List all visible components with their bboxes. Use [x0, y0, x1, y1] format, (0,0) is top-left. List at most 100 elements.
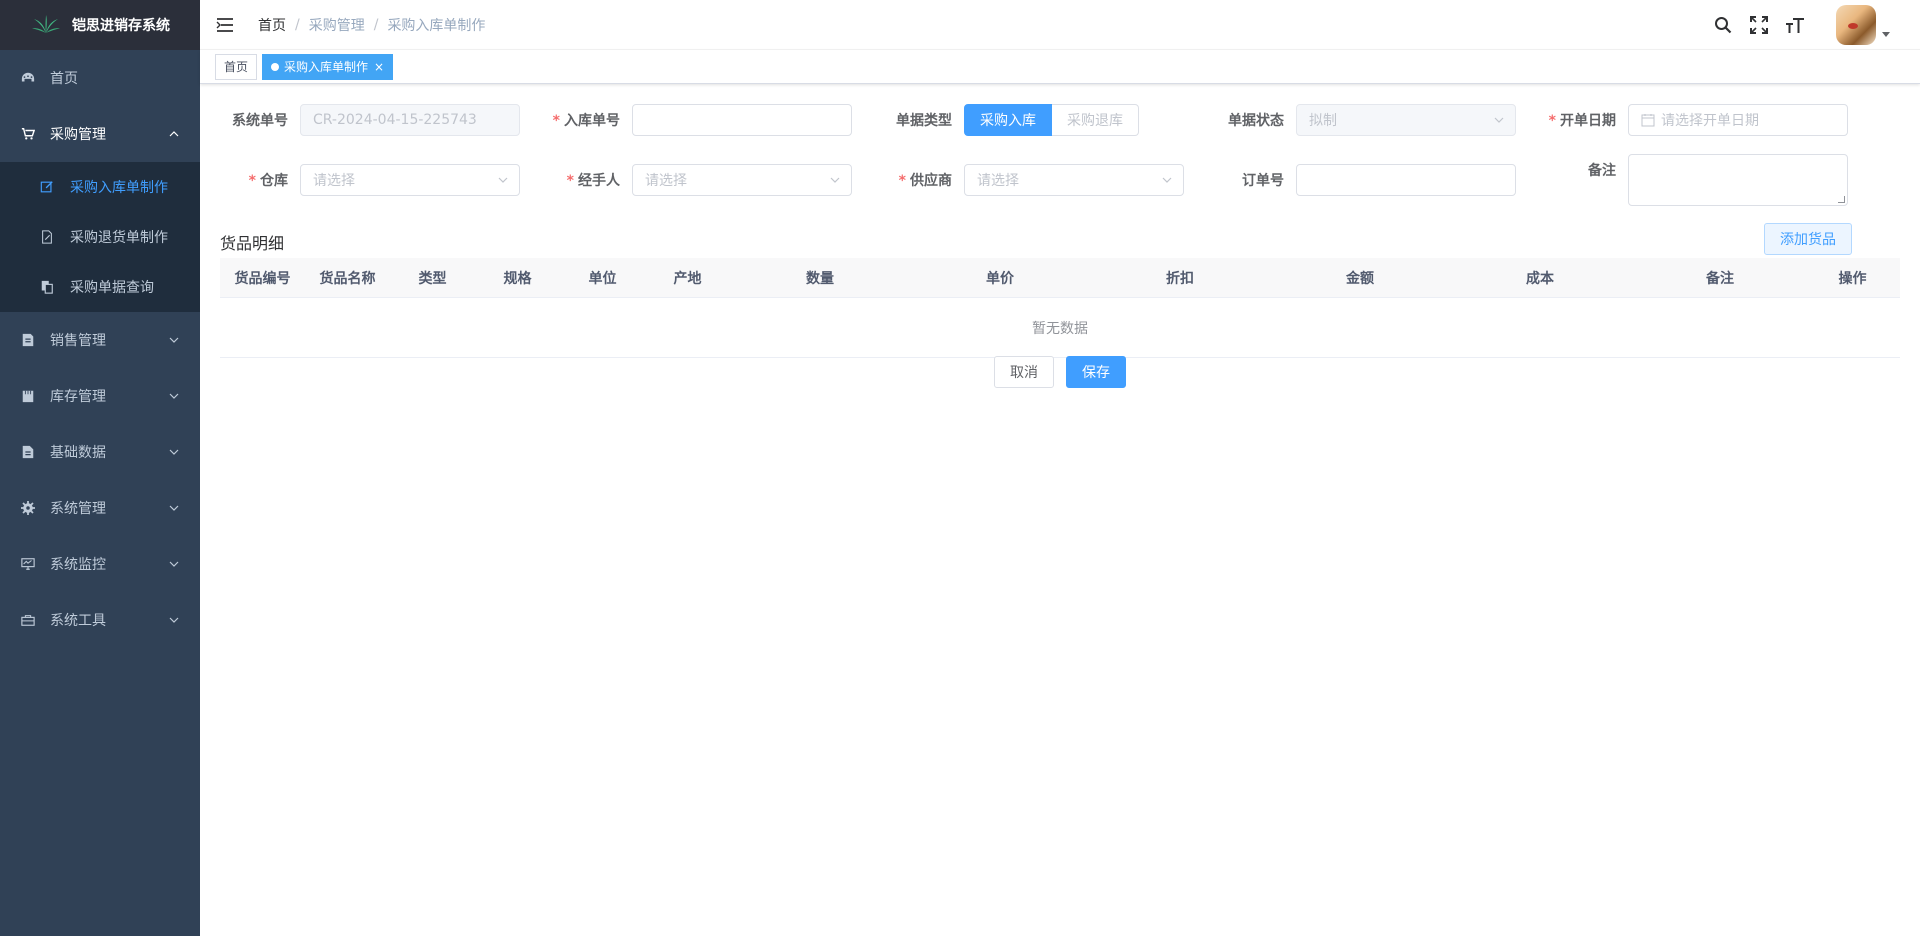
- data-icon: [20, 444, 36, 460]
- sidebar: 铠思进销存系统 首页 采购管理 采购入库单制作 采购退货单制作 采购单据查询 销…: [0, 0, 200, 936]
- chevron-up-icon: [169, 131, 179, 137]
- logo[interactable]: 铠思进销存系统: [0, 0, 200, 50]
- sidebar-item-label: 采购入库单制作: [70, 180, 168, 196]
- sidebar-item-label: 销售管理: [50, 333, 106, 349]
- supplier-select[interactable]: 请选择: [964, 164, 1184, 196]
- cart-icon: [20, 126, 36, 142]
- search-icon[interactable]: [1712, 14, 1734, 36]
- column-header: 数量: [806, 270, 834, 287]
- column-header: 备注: [1706, 270, 1734, 287]
- field-label: * 供应商: [898, 173, 952, 189]
- tag-label: 首页: [224, 59, 249, 74]
- field-inbound-no: * 入库单号: [552, 104, 852, 136]
- sidebar-item-basic-data[interactable]: 基础数据: [0, 424, 200, 480]
- field-label: * 经手人: [566, 173, 620, 189]
- active-dot-icon: [271, 62, 280, 71]
- field-system-no: 系统单号 CR-2024-04-15-225743: [220, 104, 520, 136]
- font-size-icon[interactable]: [1784, 14, 1806, 36]
- sidebar-item-purchase-query[interactable]: 采购单据查询: [0, 262, 200, 312]
- remark-textarea[interactable]: [1628, 154, 1848, 206]
- fullscreen-icon[interactable]: [1748, 14, 1770, 36]
- purchase-submenu: 采购入库单制作 采购退货单制作 采购单据查询: [0, 162, 200, 312]
- goods-table: 货品编号 货品名称 类型 规格 单位 产地 数量 单价 折扣 金额 成本 备注 …: [220, 258, 1900, 358]
- hamburger-icon[interactable]: [200, 0, 250, 50]
- radio-purchase-inbound[interactable]: 采购入库: [964, 104, 1052, 136]
- sidebar-item-sales[interactable]: 销售管理: [0, 312, 200, 368]
- breadcrumb-separator: /: [295, 16, 300, 33]
- field-label: 系统单号: [232, 113, 288, 129]
- required-mark: *: [1548, 113, 1556, 129]
- open-date-picker[interactable]: 请选择开单日期: [1628, 104, 1848, 136]
- chevron-down-icon: [1494, 117, 1504, 123]
- field-supplier: * 供应商 请选择: [884, 164, 1184, 196]
- required-mark: *: [248, 173, 256, 189]
- sidebar-item-label: 系统管理: [50, 501, 106, 517]
- field-warehouse: * 仓库 请选择: [220, 164, 520, 196]
- tag-current[interactable]: 采购入库单制作 ×: [262, 53, 394, 80]
- column-header: 货品编号: [234, 270, 291, 287]
- empty-text: 暂无数据: [220, 298, 1900, 358]
- edit-icon: [40, 179, 56, 195]
- sidebar-item-system-tools[interactable]: 系统工具: [0, 592, 200, 648]
- order-no-input[interactable]: [1296, 164, 1516, 196]
- field-order-no: 订单号: [1216, 164, 1516, 196]
- field-label: 备注: [1588, 163, 1616, 179]
- dashboard-icon: [20, 70, 36, 86]
- chevron-down-icon: [830, 177, 840, 183]
- radio-purchase-return[interactable]: 采购退库: [1052, 104, 1139, 136]
- sidebar-item-purchase-inbound[interactable]: 采购入库单制作: [0, 162, 200, 212]
- breadcrumb-home[interactable]: 首页: [258, 15, 286, 35]
- warehouse-select[interactable]: 请选择: [300, 164, 520, 196]
- tag-home[interactable]: 首页: [215, 53, 258, 80]
- column-header: 单位: [588, 270, 617, 287]
- sidebar-item-label: 采购管理: [50, 127, 106, 143]
- sidebar-item-purchase[interactable]: 采购管理: [0, 106, 200, 162]
- sidebar-item-system-admin[interactable]: 系统管理: [0, 480, 200, 536]
- field-doc-type: 单据类型 采购入库 采购退库: [884, 104, 1139, 136]
- sidebar-item-system-monitor[interactable]: 系统监控: [0, 536, 200, 592]
- column-header: 成本: [1526, 270, 1554, 287]
- required-mark: *: [566, 173, 574, 189]
- tag-label: 采购入库单制作: [284, 59, 369, 74]
- column-header: 货品名称: [319, 270, 376, 287]
- logo-icon: [32, 15, 60, 33]
- user-menu[interactable]: [1836, 5, 1890, 45]
- sidebar-item-purchase-return[interactable]: 采购退货单制作: [0, 212, 200, 262]
- handler-select[interactable]: 请选择: [632, 164, 852, 196]
- column-header: 规格: [503, 270, 532, 287]
- cancel-button[interactable]: 取消: [994, 356, 1054, 388]
- inbound-no-input[interactable]: [632, 104, 852, 136]
- breadcrumb: 首页 / 采购管理 / 采购入库单制作: [258, 15, 485, 35]
- chevron-down-icon: [169, 393, 179, 399]
- breadcrumb-separator: /: [373, 16, 379, 33]
- column-header: 操作: [1838, 270, 1867, 287]
- add-goods-button[interactable]: 添加货品: [1764, 223, 1852, 255]
- calendar-icon: [1641, 114, 1655, 127]
- app-title: 铠思进销存系统: [72, 18, 170, 34]
- copy-icon: [40, 279, 56, 295]
- chevron-down-icon: [169, 505, 179, 511]
- field-label: 订单号: [1242, 173, 1284, 189]
- field-label: 单据状态: [1228, 113, 1284, 129]
- sidebar-item-label: 库存管理: [50, 389, 106, 405]
- field-label: * 仓库: [248, 173, 288, 189]
- goods-section-title: 货品明细: [220, 234, 285, 253]
- gear-icon: [20, 500, 36, 516]
- column-header: 产地: [673, 270, 702, 287]
- chevron-down-icon: [169, 617, 179, 623]
- breadcrumb-purchase: 采购管理: [308, 17, 365, 34]
- field-doc-status: 单据状态 拟制: [1216, 104, 1516, 136]
- chevron-down-icon: [1162, 177, 1172, 183]
- sidebar-item-inventory[interactable]: 库存管理: [0, 368, 200, 424]
- monitor-icon: [20, 556, 36, 572]
- doc-type-radio-group: 采购入库 采购退库: [964, 104, 1139, 136]
- close-icon[interactable]: ×: [374, 55, 384, 79]
- sidebar-item-home[interactable]: 首页: [0, 50, 200, 106]
- field-handler: * 经手人 请选择: [552, 164, 852, 196]
- toolbox-icon: [20, 612, 36, 628]
- doc-status-select: 拟制: [1296, 104, 1516, 136]
- save-button[interactable]: 保存: [1066, 356, 1126, 388]
- edit-doc-icon: [40, 229, 56, 245]
- required-mark: *: [552, 113, 560, 129]
- chevron-down-icon: [169, 449, 179, 455]
